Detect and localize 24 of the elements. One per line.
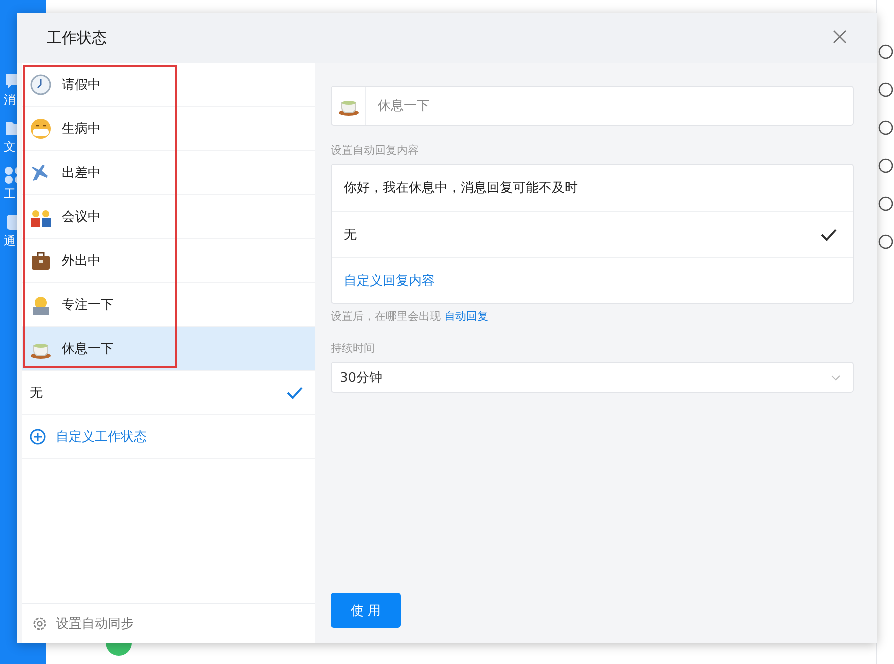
- add-icon: [30, 428, 46, 444]
- chevron-down-icon: [831, 374, 841, 380]
- section-label: 持续时间: [331, 341, 376, 356]
- settings-icon[interactable]: [32, 616, 48, 632]
- hint-text: 设置后，在哪里会出现 自动回复: [331, 309, 490, 324]
- briefcase-icon: [30, 250, 52, 272]
- dialog-title: 工作状态: [47, 28, 107, 48]
- masked-emoji-icon: [30, 118, 52, 140]
- sync-setting-label[interactable]: 设置自动同步: [56, 614, 134, 632]
- clock-icon: [30, 74, 52, 96]
- apply-button[interactable]: 使 用: [331, 593, 401, 628]
- sidebar-label[interactable]: 通: [4, 233, 16, 250]
- close-icon: [833, 30, 847, 44]
- close-button[interactable]: [833, 30, 849, 46]
- sidebar-label[interactable]: 消: [4, 92, 16, 109]
- duration-select[interactable]: 30分钟: [331, 362, 854, 393]
- sidebar-label[interactable]: 文: [4, 139, 16, 156]
- custom-reply-link[interactable]: 自定义回复内容: [332, 257, 853, 303]
- auto-reply-link[interactable]: 自动回复: [444, 310, 488, 323]
- reply-option[interactable]: 你好，我在休息中，消息回复可能不及时: [332, 165, 853, 211]
- sidebar-label[interactable]: 工: [4, 186, 16, 203]
- section-label: 设置自动回复内容: [331, 143, 420, 158]
- reply-option[interactable]: 无: [332, 211, 853, 257]
- status-item[interactable]: 休息一下: [22, 327, 315, 371]
